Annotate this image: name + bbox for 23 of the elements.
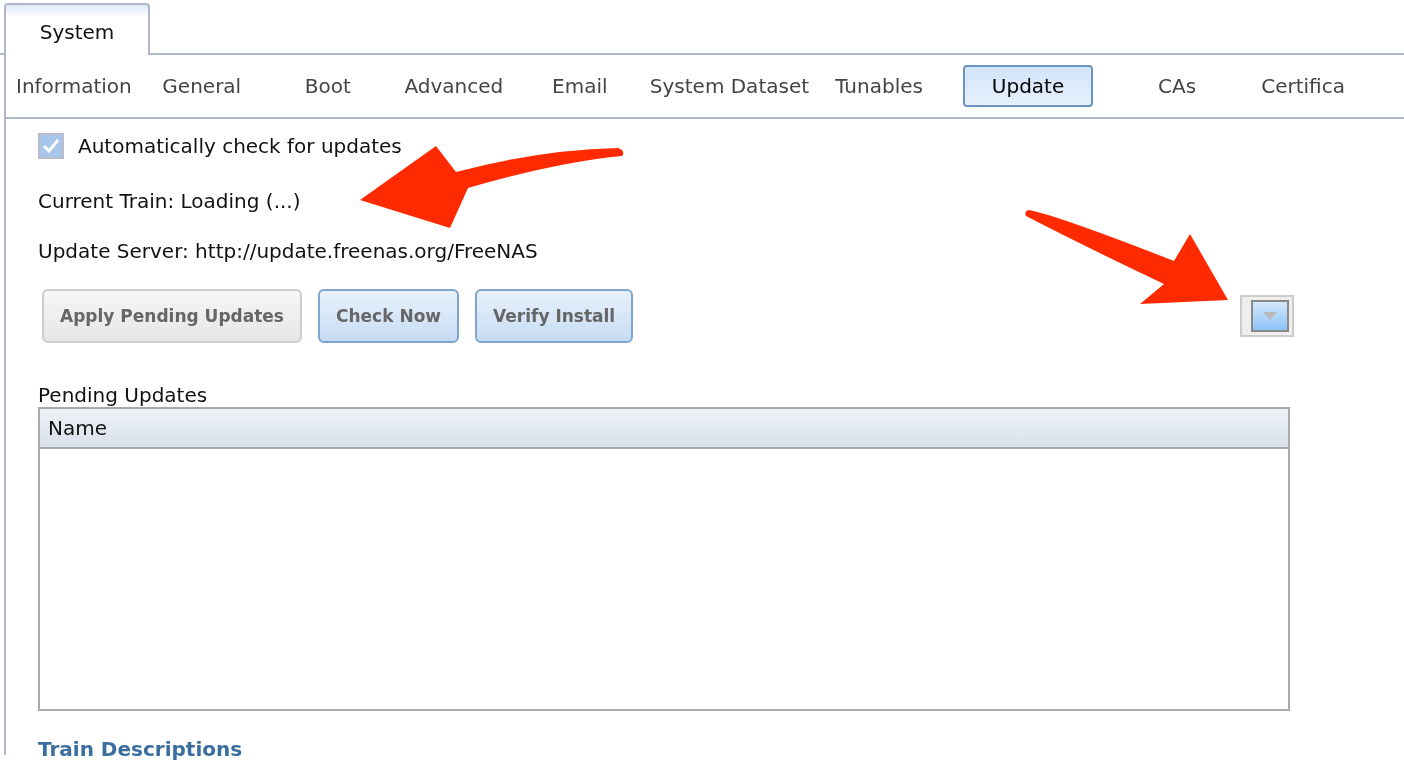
action-button[interactable]: Verify Install [475,289,634,343]
section-tab[interactable]: Update [963,65,1094,107]
section-tab[interactable]: System Dataset [643,65,816,107]
checkbox[interactable] [38,133,64,159]
table-title: Pending Updates [38,383,209,407]
section-tab[interactable]: Boot [265,65,390,107]
section-tab[interactable]: Email [517,65,642,107]
section-tab[interactable]: Tunables [817,65,942,107]
section-tab[interactable]: Advanced [391,65,516,107]
column-header[interactable]: Name [40,409,1288,449]
checkbox-label: Automatically check for updates [78,134,402,158]
section-tab[interactable]: Certifica [1241,65,1366,107]
update-server-text: Update Server: http://update.freenas.org/FreeNAS [38,239,539,263]
section-tab[interactable]: CAs [1115,65,1240,107]
section-heading: Train Descriptions [38,737,244,761]
system-tab[interactable]: System [4,3,150,55]
section-tab[interactable]: Information [10,65,138,107]
check-icon [42,138,60,154]
current-train-text: Current Train: Loading (...) [38,189,302,213]
dropdown[interactable] [1240,295,1294,337]
section-tab[interactable]: General [139,65,264,107]
caret-icon [1263,312,1277,320]
action-button[interactable]: Check Now [318,289,460,343]
